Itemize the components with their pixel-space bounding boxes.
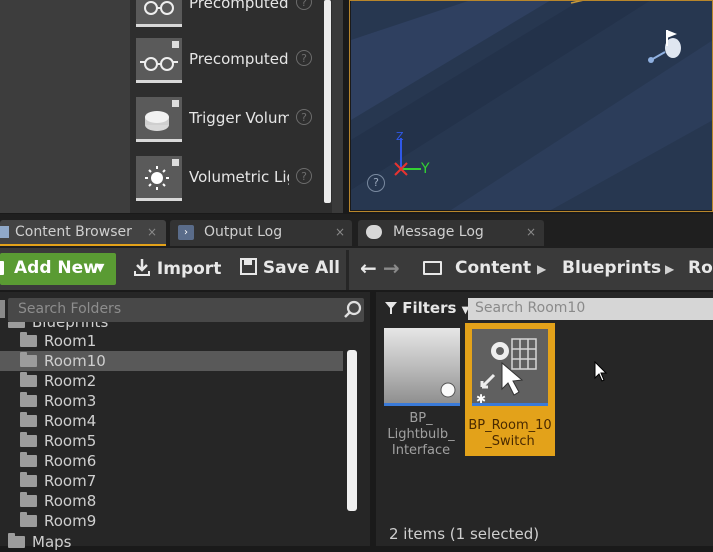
folder-row[interactable]: Room7 (0, 471, 343, 491)
asset-search-placeholder: Search Room10 (475, 300, 586, 316)
folder-row[interactable]: Room8 (0, 491, 343, 511)
asset-thumbnail (384, 328, 460, 404)
tab-output-log[interactable]: › Output Log × (170, 220, 352, 246)
tab-label: Message Log (393, 224, 484, 240)
import-label: Import (156, 259, 222, 279)
place-item-label: Precomputed (189, 50, 289, 68)
folder-icon (20, 452, 37, 467)
asset-count-status: 2 items (1 selected) (389, 525, 540, 543)
folder-icon (20, 492, 37, 507)
toolbar-divider (346, 250, 349, 290)
asset-type-bar (472, 403, 548, 406)
filters-button[interactable]: Filters ▼ (385, 299, 469, 317)
tab-content-browser[interactable]: Content Browser × (0, 220, 166, 246)
folder-row[interactable]: Room5 (0, 431, 343, 451)
terminal-icon: › (178, 225, 194, 240)
asset-label: BP_ Lightbulb_ Interface (387, 411, 455, 458)
folder-icon (20, 372, 37, 387)
folder-row[interactable]: Room9 (0, 511, 343, 531)
forward-arrow-icon[interactable]: → (383, 256, 400, 280)
help-icon[interactable]: ? (296, 168, 312, 184)
import-button[interactable]: Import (133, 258, 221, 279)
folder-icon (8, 533, 25, 548)
chevron-right-icon: ▶ (665, 262, 675, 276)
folder-row-maps[interactable]: Maps (0, 532, 343, 552)
save-all-label: Save All (262, 258, 340, 278)
asset-label-selected: BP_Room_10 _Switch (468, 418, 552, 449)
help-icon[interactable]: ? (296, 109, 312, 125)
folder-row[interactable]: Room1 (0, 331, 343, 351)
help-icon[interactable]: ? (296, 0, 312, 10)
folder-row[interactable]: Room3 (0, 391, 343, 411)
asset-tile-lightbulb-interface[interactable] (383, 327, 461, 407)
place-actors-list: Precomputed ? Precomputed ? Trigger Volu… (130, 0, 332, 213)
light-icon (136, 156, 182, 201)
blueprint-gear-icon: ✱ (472, 329, 548, 406)
panel-menu-icon[interactable] (0, 300, 5, 318)
breadcrumb-room10[interactable]: Roo (688, 258, 713, 278)
active-tab-indicator (0, 244, 166, 246)
folder-icon (20, 352, 37, 367)
folder-icon (423, 261, 442, 275)
close-icon[interactable]: × (526, 225, 536, 239)
folder-icon (20, 472, 37, 487)
chevron-right-icon: ▶ (537, 262, 547, 276)
asset-thumbnail: ✱ (472, 329, 548, 406)
back-arrow-icon[interactable]: ← (360, 256, 377, 280)
glasses-icon (136, 38, 182, 83)
folder-row[interactable]: Room4 (0, 411, 343, 431)
mouse-cursor-icon (594, 361, 608, 382)
content-browser-icon (0, 226, 9, 238)
folder-icon (20, 432, 37, 447)
filters-label: Filters (402, 299, 457, 317)
place-item-trigger-volume[interactable]: Trigger Volum ? (130, 93, 320, 143)
message-icon (366, 225, 382, 239)
breadcrumb-blueprints[interactable]: Blueprints (562, 258, 661, 278)
folder-tree: Blueprints Room1 Room10 Room2 Room3 Room… (0, 322, 343, 542)
folder-row-selected[interactable]: Room10 (0, 351, 343, 371)
sphere-icon (440, 382, 456, 398)
save-icon (240, 258, 257, 275)
add-icon (0, 261, 4, 275)
folder-icon (20, 512, 37, 527)
place-actors-scrollbar[interactable] (324, 0, 331, 203)
search-icon (344, 300, 362, 318)
asset-type-bar (384, 403, 460, 406)
place-item-precomputed-2[interactable]: Precomputed ? (130, 34, 320, 84)
chevron-down-icon: ▼ (96, 261, 105, 274)
folder-scrollbar[interactable] (347, 350, 357, 511)
folder-search-placeholder: Search Folders (18, 301, 122, 317)
folder-icon (20, 392, 37, 407)
viewport-focus-border (349, 0, 713, 212)
folder-icon (20, 332, 37, 347)
place-item-label: Trigger Volum (189, 109, 289, 127)
tab-label: Output Log (204, 224, 283, 240)
help-icon[interactable]: ? (296, 50, 312, 66)
add-new-button[interactable]: Add New ▼ (0, 253, 116, 285)
save-all-button[interactable]: Save All (240, 258, 340, 278)
place-item-precomputed-1[interactable]: Precomputed ? (130, 0, 320, 28)
place-actors-categories (0, 0, 130, 213)
place-item-label: Volumetric Lightr (189, 168, 289, 186)
close-icon[interactable]: × (335, 225, 345, 239)
glasses-icon (136, 0, 182, 27)
import-icon (134, 259, 150, 276)
folder-icon (20, 412, 37, 427)
folder-icon (8, 322, 25, 328)
close-icon[interactable]: × (147, 225, 157, 239)
breadcrumb-content[interactable]: Content (455, 258, 531, 278)
tab-message-log[interactable]: Message Log × (358, 220, 544, 246)
folder-row[interactable]: Room6 (0, 451, 343, 471)
place-item-volumetric-lightmap[interactable]: Volumetric Lightr ? (130, 152, 320, 202)
place-item-label: Precomputed (189, 0, 289, 12)
filter-icon (385, 302, 397, 314)
folder-row[interactable]: Room2 (0, 371, 343, 391)
add-new-label: Add New (14, 258, 99, 278)
trigger-volume-icon (136, 97, 182, 142)
tab-label: Content Browser (15, 224, 132, 240)
